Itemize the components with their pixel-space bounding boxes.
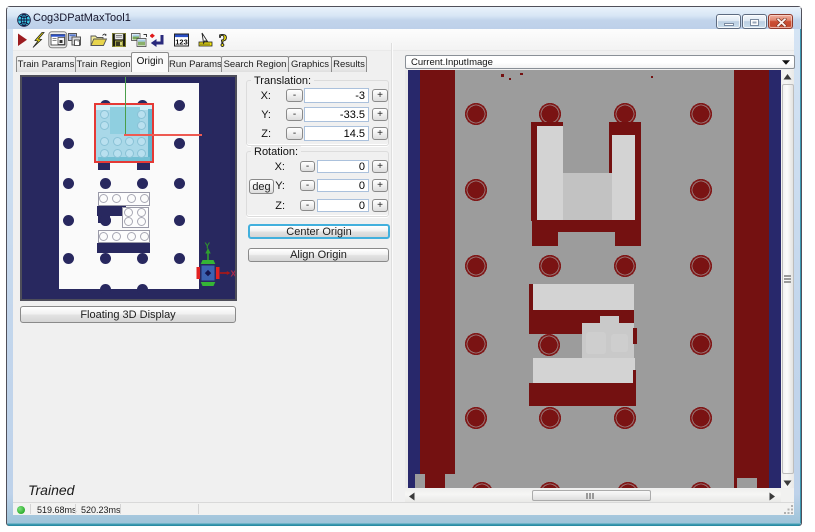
svg-text:?: ? [219,31,228,51]
svg-text:123: 123 [175,37,188,46]
svg-text:Y: Y [205,241,211,251]
svg-text:X: X [231,269,236,279]
